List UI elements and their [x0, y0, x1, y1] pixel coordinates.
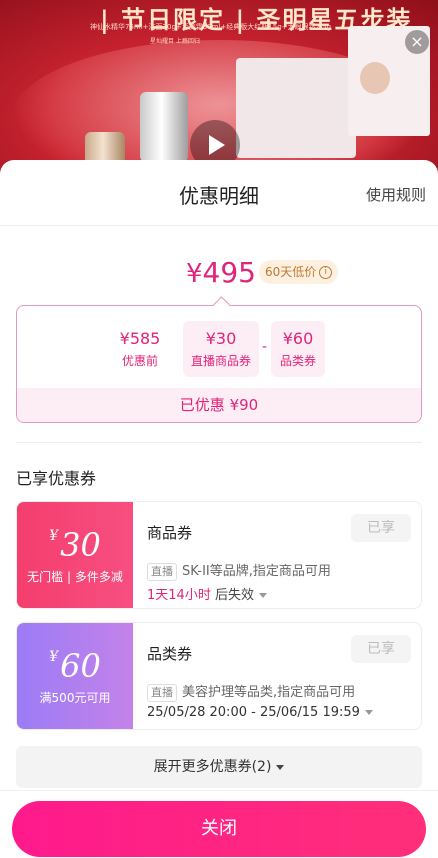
close-button[interactable]: 关闭: [12, 801, 426, 857]
coupon-perforation: [129, 623, 137, 729]
coupon-value-panel: ¥30 无门槛 | 多件多减: [17, 502, 133, 608]
coupon-value-panel: ¥60 满500元可用: [17, 623, 133, 729]
coupon-expiry[interactable]: 1天14小时 后失效: [147, 584, 267, 603]
sheet-header: 优惠明细 使用规则: [0, 160, 438, 226]
coupon-currency: ¥: [49, 528, 59, 544]
coupon-currency: ¥: [49, 649, 59, 665]
coupon-amount: ¥60: [17, 647, 133, 685]
coupon-card-product[interactable]: ¥30 无门槛 | 多件多减 商品券 已享 直播 SK-II等品牌,指定商品可用 …: [16, 501, 422, 609]
coupon-scope: 美容护理等品类,指定商品可用: [182, 685, 356, 700]
price-calculation-box: ¥585 优惠前 - ¥30 直播商品券 - ¥60 品类券 已优惠 ¥90: [16, 305, 422, 423]
close-icon[interactable]: ×: [405, 30, 429, 54]
low-price-badge[interactable]: 60天低价 i: [259, 260, 339, 284]
usage-rules-link[interactable]: 使用规则: [366, 184, 426, 205]
section-divider: [16, 442, 422, 443]
spokesperson-image: [360, 62, 390, 94]
coupon-status-button[interactable]: 已享: [351, 635, 411, 663]
expand-more-coupons-button[interactable]: 展开更多优惠券(2): [16, 746, 422, 788]
original-price-label: 优惠前: [121, 354, 158, 368]
coupon-scope: SK-II等品牌,指定商品可用: [182, 564, 331, 579]
applied-coupons-title: 已享优惠券: [16, 469, 97, 488]
chevron-down-icon: [364, 710, 373, 715]
coupon-name: 商品券: [147, 524, 193, 542]
live-coupon-value: ¥30: [205, 329, 237, 348]
total-saved-bar: 已优惠 ¥90: [17, 388, 421, 422]
product-bottle-image: [140, 92, 188, 162]
coupon-condition: 无门槛 | 多件多减: [27, 570, 123, 584]
live-tag: 直播: [147, 684, 177, 702]
chevron-down-icon: [276, 764, 285, 770]
product-gift-box-image: [236, 58, 356, 158]
category-coupon-value: ¥60: [282, 329, 314, 348]
final-price-value: 495: [202, 256, 256, 289]
sheet-footer: 关闭: [0, 790, 438, 858]
coupon-perforation: [129, 502, 137, 608]
coupon-status-button[interactable]: 已享: [351, 514, 411, 542]
final-price: ¥495: [186, 256, 256, 289]
minus-sign: -: [262, 339, 268, 355]
expand-more-label: 展开更多优惠券(2): [153, 759, 272, 775]
coupon-amount: ¥30: [17, 526, 133, 564]
coupon-description: 直播 SK-II等品牌,指定商品可用: [147, 560, 331, 581]
original-price-value: ¥585: [119, 329, 161, 348]
chevron-down-icon: [258, 593, 267, 598]
original-price-item: ¥585 优惠前: [103, 321, 177, 377]
live-coupon-label: 直播商品券: [190, 354, 251, 368]
product-banner: | 节日限定 | 圣明星五步装 神仙水精华75ml+洁面20g+至美霜30ml+…: [0, 0, 438, 170]
category-coupon-label: 品类券: [279, 354, 316, 368]
live-coupon-item: ¥30 直播商品券: [183, 321, 259, 377]
final-price-row: ¥495 60天低价 i: [0, 256, 438, 296]
coupon-condition: 满500元可用: [39, 691, 111, 705]
live-tag: 直播: [147, 563, 177, 581]
coupon-amount-value: 60: [60, 647, 101, 685]
info-icon[interactable]: i: [319, 266, 333, 279]
coupon-name: 品类券: [147, 645, 193, 663]
coupon-validity-range: 25/05/28 20:00 - 25/06/15 19:59: [147, 705, 360, 720]
banner-subtitle: 神仙水精华75ml+洁面20g+至美霜30ml+经典版大红瓶15g+大眼眼霜2.…: [90, 23, 332, 31]
banner-subtitle-2: 星灿耀目 上瘾回归: [150, 38, 200, 45]
coupon-amount-value: 30: [60, 526, 101, 564]
coupon-validity[interactable]: 25/05/28 20:00 - 25/06/15 19:59: [147, 705, 373, 720]
discount-detail-sheet: 优惠明细 使用规则 ¥495 60天低价i ¥585 优惠前 - ¥30 直播商…: [0, 160, 438, 858]
currency-symbol: ¥: [186, 259, 203, 289]
category-coupon-item: ¥60 品类券: [271, 321, 325, 377]
coupon-description: 直播 美容护理等品类,指定商品可用: [147, 681, 355, 702]
coupon-countdown: 1天14小时: [147, 588, 211, 603]
coupon-card-category[interactable]: ¥60 满500元可用 品类券 已享 直播 美容护理等品类,指定商品可用 25/0…: [16, 622, 422, 730]
low-price-label: 60天低价: [265, 265, 317, 279]
coupon-expiry-suffix: 后失效: [210, 588, 254, 603]
